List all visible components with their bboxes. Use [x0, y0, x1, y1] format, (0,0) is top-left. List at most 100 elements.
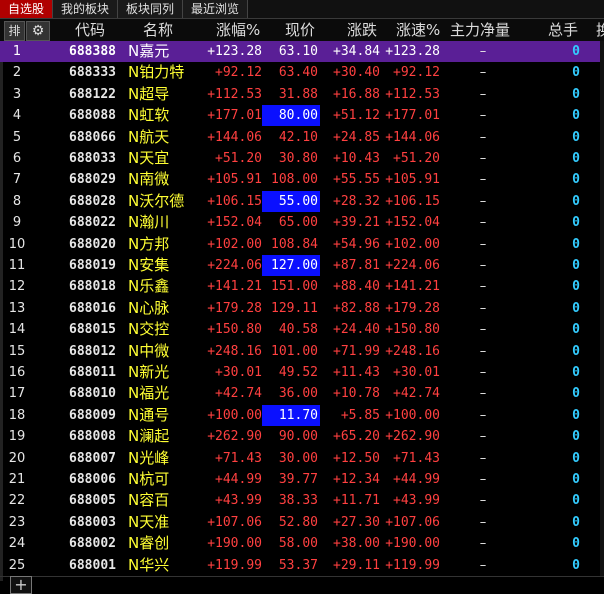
table-row[interactable]: 20 688007 N光峰 +71.43 30.00 +12.50 +71.43 – 0	[0, 448, 604, 469]
header-main-flow[interactable]: 主力净量	[450, 19, 510, 41]
table-row[interactable]: 19 688008 N澜起 +262.90 90.00 +65.20 +262.90 – 0	[0, 426, 604, 447]
table-row[interactable]: 23 688003 N天准 +107.06 52.80 +27.30 +107.06 – 0	[0, 512, 604, 533]
stock-name: N澜起	[128, 427, 170, 446]
change-pct: +152.04	[207, 215, 262, 231]
gear-icon[interactable]: ⚙	[26, 21, 50, 41]
header-price[interactable]: 现价	[285, 19, 315, 41]
table-row[interactable]: 14 688015 N交控 +150.80 40.58 +24.40 +150.80 – 0	[0, 319, 604, 340]
stock-name: N通号	[128, 405, 170, 424]
stock-code: 688122	[69, 86, 116, 102]
table-row[interactable]: 22 688005 N容百 +43.99 38.33 +11.71 +43.99 – 0	[0, 490, 604, 511]
table-row[interactable]: 21 688006 N杭可 +44.99 39.77 +12.34 +44.99 – 0	[0, 469, 604, 490]
tab-watchlist[interactable]: 自选股	[0, 0, 54, 18]
volume: 0	[572, 536, 580, 552]
table-row[interactable]: 2 688333 N铂力特 +92.12 63.40 +30.40 +92.12 – 0	[0, 62, 604, 83]
change-pct: +51.20	[215, 151, 262, 166]
table-row[interactable]: 1 688388 N嘉元 +123.28 63.10 +34.84 +123.28 – 0	[0, 41, 604, 62]
table-row[interactable]: 12 688018 N乐鑫 +141.21 151.00 +88.40 +141.21 – 0	[0, 276, 604, 297]
row-index: 12	[8, 279, 26, 295]
stock-code: 688333	[69, 65, 116, 81]
change-pct: +30.01	[215, 365, 262, 380]
stock-code: 688015	[69, 322, 116, 338]
volume: 0	[572, 472, 580, 487]
volume: 0	[572, 343, 580, 359]
table-row[interactable]: 18 688009 N通号 +100.00 11.70 +5.85 +100.00–0	[0, 404, 604, 426]
header-change[interactable]: 涨跌	[347, 19, 377, 41]
table-row[interactable]: 24 688002 N睿创 +190.00 58.00 +38.00 +190.00 – 0	[0, 533, 604, 554]
price: 63.10	[278, 44, 318, 59]
price: 40.58	[278, 322, 318, 338]
table-row[interactable]: 4 688088 N虹软 +177.01 80.00 +51.12 +177.01–0	[0, 105, 604, 127]
change: +34.84	[333, 44, 380, 59]
footer-divider	[0, 576, 604, 577]
table-row[interactable]: 7 688029 N南微 +105.91 108.00 +55.55 +105.91 – 0	[0, 169, 604, 190]
table-row[interactable]: 6 688033 N天宜 +51.20 30.80 +10.43 +51.20 – 0	[0, 148, 604, 169]
tab-my-sectors[interactable]: 我的板块	[53, 0, 119, 18]
main-flow: –	[479, 86, 487, 102]
header-code[interactable]: 代码	[75, 19, 105, 41]
change: +27.30	[333, 514, 380, 530]
table-row[interactable]: 16 688011 N新光 +30.01 49.52 +11.43 +30.01 – 0	[0, 362, 604, 383]
header-volume[interactable]: 总手	[548, 19, 578, 41]
price: 36.00	[278, 386, 318, 402]
tab-recent[interactable]: 最近浏览	[183, 0, 249, 18]
change: +82.88	[333, 300, 380, 316]
table-row[interactable]: 25 688001 N华兴 +119.99 53.37 +29.11 +119.99 – 0	[0, 555, 604, 576]
header-name[interactable]: 名称	[143, 19, 173, 41]
table-row[interactable]: 5 688066 N航天 +144.06 42.10 +24.85 +144.06 – 0	[0, 127, 604, 148]
table-row[interactable]: 8 688028 N沃尔德 +106.15 55.00 +28.32 +106.15–0	[0, 190, 604, 212]
speed: +42.74	[393, 386, 440, 402]
change: +28.32	[333, 193, 380, 209]
change-pct: +262.90	[207, 429, 262, 445]
tab-bar: 自选股 我的板块 板块同列 最近浏览	[0, 0, 604, 19]
volume: 0	[572, 429, 580, 445]
table-row[interactable]: 10 688020 N方邦 +102.00 108.84 +54.96 +102.00 – 0	[0, 234, 604, 255]
speed: +179.28	[385, 300, 440, 316]
add-button[interactable]: +	[10, 576, 32, 594]
main-flow: –	[479, 172, 487, 188]
price: 63.40	[278, 65, 318, 81]
header-turnover[interactable]: 换	[596, 19, 604, 41]
volume: 0	[572, 450, 580, 466]
change: +10.78	[333, 386, 380, 402]
speed: +141.21	[385, 279, 440, 295]
change-pct: +150.80	[207, 322, 262, 338]
stock-code: 688011	[69, 365, 116, 380]
header-change-pct[interactable]: 涨幅%	[216, 19, 260, 41]
price: 53.37	[278, 557, 318, 573]
change-pct: +144.06	[207, 129, 262, 145]
sort-icon[interactable]: 排	[4, 21, 25, 41]
price: 55.00	[262, 190, 320, 212]
stock-name: N天准	[128, 512, 170, 531]
change-pct: +42.74	[215, 386, 262, 402]
main-flow: –	[479, 493, 487, 509]
table-row[interactable]: 17 688010 N福光 +42.74 36.00 +10.78 +42.74 – 0	[0, 383, 604, 404]
change: +10.43	[333, 151, 380, 166]
change-pct: +177.01	[207, 108, 262, 124]
stock-name: N福光	[128, 384, 170, 403]
table-row[interactable]: 15 688012 N中微 +248.16 101.00 +71.99 +248.16 – 0	[0, 341, 604, 362]
price: 151.00	[271, 279, 318, 295]
stock-code: 688029	[69, 172, 116, 188]
table-row[interactable]: 9 688022 N瀚川 +152.04 65.00 +39.21 +152.04 – 0	[0, 212, 604, 233]
stock-name: N心脉	[128, 298, 170, 317]
main-flow: –	[479, 343, 487, 359]
change: +16.88	[333, 86, 380, 102]
main-flow: –	[479, 236, 487, 252]
header-speed[interactable]: 涨速%	[396, 19, 440, 41]
tab-sector-peers[interactable]: 板块同列	[118, 0, 184, 18]
price: 42.10	[278, 129, 318, 145]
stock-code: 688009	[69, 407, 116, 423]
vertical-scrollbar[interactable]	[600, 41, 604, 576]
speed: +106.15	[385, 193, 440, 209]
change: +24.40	[333, 322, 380, 338]
row-index: 10	[8, 236, 26, 252]
volume: 0	[572, 44, 580, 59]
price: 31.88	[278, 86, 318, 102]
stock-code: 688007	[69, 450, 116, 466]
table-row[interactable]: 11 688019 N安集 +224.06 127.00 +87.81 +224.06–0	[0, 255, 604, 276]
table-row[interactable]: 3 688122 N超导 +112.53 31.88 +16.88 +112.53 – 0	[0, 84, 604, 105]
main-flow: –	[479, 365, 487, 380]
change-pct: +71.43	[215, 450, 262, 466]
table-row[interactable]: 13 688016 N心脉 +179.28 129.11 +82.88 +179.28 – 0	[0, 298, 604, 319]
